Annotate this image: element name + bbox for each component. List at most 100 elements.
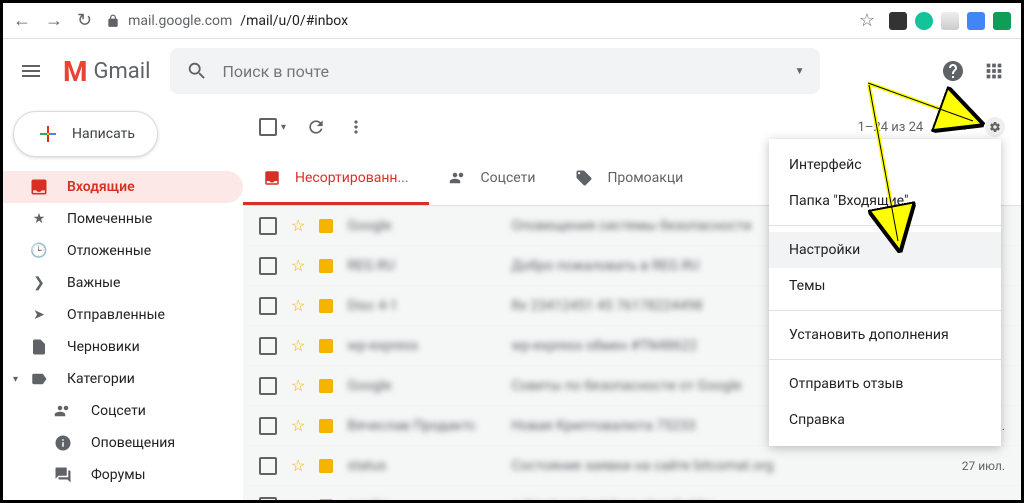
next-page-icon[interactable]: › [963,120,967,135]
refresh-icon[interactable] [306,117,326,137]
important-icon: ❯ [29,275,49,291]
settings-menu: Интерфейс Папка "Входящие" Настройки Тем… [769,139,1001,446]
sidebar-item-snoozed[interactable]: 🕒 Отложенные [3,235,243,267]
apps-grid-icon[interactable] [983,60,1005,82]
sidebar-sub-updates[interactable]: Оповещения [3,427,243,459]
message-row[interactable]: ☆ status Состояние заявки на сайте bitco… [243,446,1021,486]
message-row[interactable]: ☆ sender subject content here placeholde… [243,486,1021,500]
clock-icon: 🕒 [29,243,49,259]
chevron-down-icon: ▾ [13,374,18,385]
extension-icon[interactable] [993,12,1011,30]
row-checkbox[interactable] [259,337,277,355]
message-subject: subject content here placeholder [511,498,947,501]
tag-icon [575,169,593,187]
settings-menu-item[interactable]: Темы [769,268,1001,304]
extension-icon[interactable] [889,12,907,30]
star-icon[interactable]: ☆ [291,456,305,475]
extension-icon[interactable] [915,12,933,30]
extension-icon[interactable] [967,12,985,30]
star-icon[interactable]: ☆ [291,296,305,315]
label-icon [319,379,333,393]
sidebar-item-inbox[interactable]: Входящие [3,171,243,203]
settings-menu-item[interactable]: Папка "Входящие" [769,183,1001,219]
label-icon [319,459,333,473]
sidebar-item-starred[interactable]: ★ Помеченные [3,203,243,235]
sidebar-item-important[interactable]: ❯ Важные [3,267,243,299]
message-subject: Состояние заявки на сайте bitcomat.org [511,458,947,474]
select-all-checkbox[interactable]: ▾ [259,118,286,136]
forum-icon [53,466,73,484]
browser-forward-icon[interactable]: → [45,10,63,31]
browser-reload-icon[interactable]: ↻ [77,10,92,31]
settings-menu-item[interactable]: Интерфейс [769,147,1001,183]
tab-promotions[interactable]: Промоакци [555,151,703,205]
search-bar[interactable]: ▼ [170,48,820,94]
more-icon[interactable] [346,117,366,137]
star-icon[interactable]: ☆ [291,336,305,355]
label-icon [319,219,333,233]
settings-menu-item[interactable]: Установить дополнения [769,317,1001,353]
settings-menu-item-settings[interactable]: Настройки [769,232,1001,268]
search-icon [186,60,208,82]
message-sender: Вячеслав Продактс [347,418,497,434]
label-icon [319,499,333,501]
gmail-logo[interactable]: M Gmail [63,55,150,88]
hamburger-menu-icon[interactable] [19,59,43,83]
sidebar-sub-forums[interactable]: Форумы [3,459,243,491]
label-icon [319,339,333,353]
star-icon: ★ [29,211,49,227]
plus-icon [36,122,60,146]
prev-page-icon[interactable]: ‹ [941,120,945,135]
people-icon [53,402,73,420]
row-checkbox[interactable] [259,457,277,475]
row-checkbox[interactable] [259,297,277,315]
help-icon[interactable] [941,59,965,83]
row-checkbox[interactable] [259,497,277,501]
row-checkbox[interactable] [259,417,277,435]
sidebar-item-drafts[interactable]: Черновики [3,331,243,363]
sidebar-item-sent[interactable]: ➤ Отправленные [3,299,243,331]
message-date: 27 июл. [962,459,1005,473]
search-options-icon[interactable]: ▼ [795,66,805,77]
sidebar-item-categories[interactable]: ▾ Категории [3,363,243,395]
tab-social[interactable]: Соцсети [429,151,556,205]
row-checkbox[interactable] [259,217,277,235]
label-icon [319,259,333,273]
message-sender: sender [347,498,497,501]
compose-button[interactable]: Написать [13,111,158,157]
sidebar-sub-social[interactable]: Соцсети [3,395,243,427]
people-icon [449,169,467,187]
settings-gear-icon[interactable] [985,117,1005,137]
star-icon[interactable]: ☆ [291,256,305,275]
row-checkbox[interactable] [259,257,277,275]
info-icon [53,434,73,452]
star-icon[interactable]: ☆ [291,496,305,500]
browser-back-icon[interactable]: ← [13,10,31,31]
message-sender: wp-express [347,338,497,354]
message-date: 25 июл. [962,499,1005,501]
extension-icon[interactable] [941,12,959,30]
star-icon[interactable]: ☆ [291,416,305,435]
message-sender: Google [347,218,497,234]
address-bar[interactable]: mail.google.com/mail/u/0/#inbox [106,13,845,29]
settings-menu-item[interactable]: Справка [769,402,1001,438]
bookmark-star-icon[interactable]: ☆ [859,10,875,31]
inbox-icon [263,169,281,187]
lock-icon [106,14,120,28]
url-path: /mail/u/0/#inbox [240,13,348,29]
message-sender: Disc 4-1 [347,298,497,314]
settings-menu-item[interactable]: Отправить отзыв [769,366,1001,402]
url-host: mail.google.com [128,13,232,29]
inbox-icon [29,177,49,197]
message-sender: Google [347,378,497,394]
message-sender: status [347,458,497,474]
star-icon[interactable]: ☆ [291,376,305,395]
row-checkbox[interactable] [259,377,277,395]
sidebar: Написать Входящие ★ Помеченные 🕒 Отложен… [3,103,243,500]
search-input[interactable] [222,62,780,81]
send-icon: ➤ [29,307,49,323]
tab-primary[interactable]: Несортированн... [243,151,429,205]
star-icon[interactable]: ☆ [291,216,305,235]
pagination-text: 1–24 из 24 [858,120,924,135]
message-sender: REG.RU [347,258,497,274]
